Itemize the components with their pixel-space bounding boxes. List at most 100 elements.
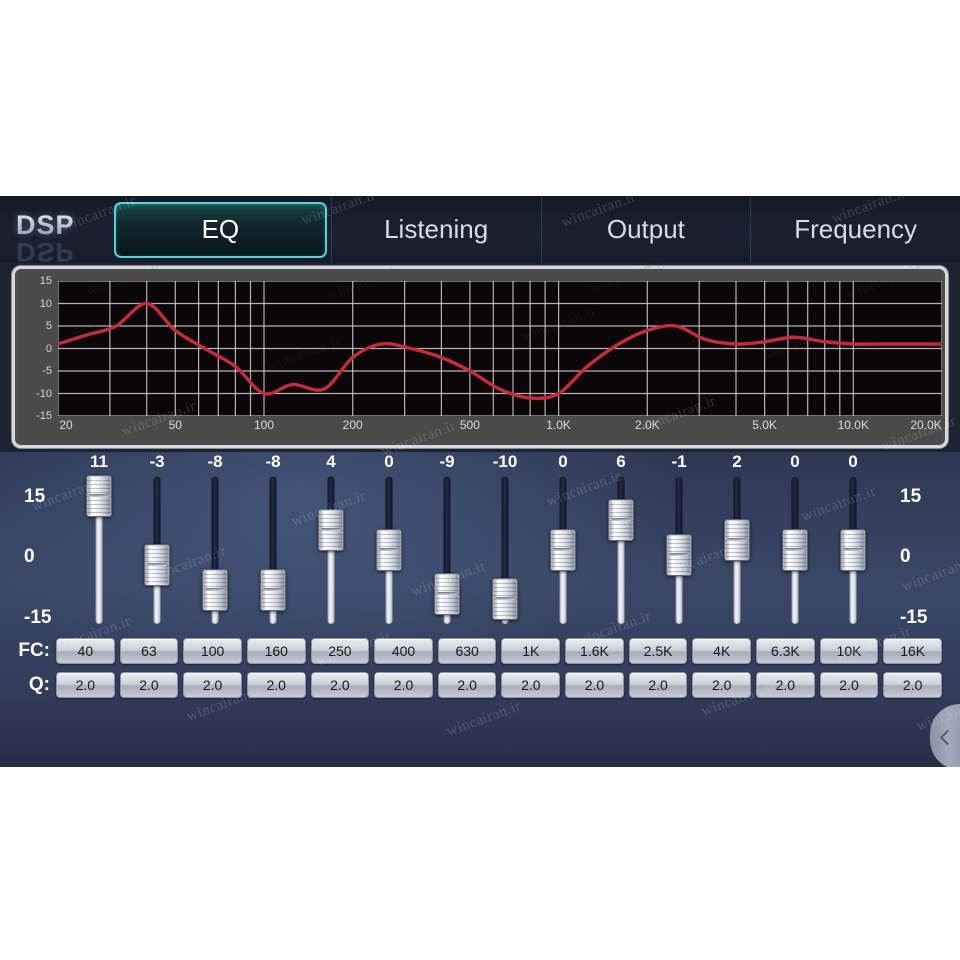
- graph-x-tick: 1.0K: [546, 418, 571, 432]
- band-slider[interactable]: -1: [650, 452, 708, 632]
- band-slider[interactable]: 0: [766, 452, 824, 632]
- band-gain-value: 0: [790, 452, 800, 471]
- band-slider-thumb[interactable]: [782, 529, 808, 571]
- band-slider[interactable]: 6: [592, 452, 650, 632]
- q-cell[interactable]: 2.0: [183, 672, 242, 698]
- band-slider-thumb[interactable]: [666, 533, 692, 576]
- collapse-panel-button[interactable]: [930, 704, 960, 767]
- fc-cell[interactable]: 160: [246, 638, 306, 664]
- band-gain-value: 11: [90, 452, 108, 471]
- q-cell[interactable]: 2.0: [819, 672, 879, 698]
- q-cell[interactable]: 2.0: [310, 672, 370, 698]
- q-cell[interactable]: 2.0: [565, 672, 624, 698]
- q-row: Q: 2.0 2.0 2.0 2.0 2.0 2.0 2.0 2.0 2.0 2.0 2.0 2.0 2…: [0, 670, 960, 700]
- band-slider[interactable]: -10: [476, 452, 534, 632]
- band-gain-value: -8: [265, 452, 281, 471]
- band-slider-thumb[interactable]: [492, 578, 518, 621]
- q-cell[interactable]: 2.0: [56, 672, 115, 698]
- q-cell[interactable]: 2.0: [119, 672, 179, 698]
- band-slider-thumb[interactable]: [144, 543, 170, 586]
- tab-frequency-label: Frequency: [794, 214, 918, 244]
- band-slider-group: 11 -3 -8 -8 4 0 -9 -10 0 6 -1 2 0 0: [70, 452, 882, 632]
- gain-scale-tick: 0: [24, 546, 35, 567]
- fc-cell[interactable]: 2.5K: [628, 638, 688, 664]
- q-cell[interactable]: 2.0: [374, 672, 433, 698]
- band-slider[interactable]: 4: [302, 452, 360, 632]
- band-slider[interactable]: 0: [360, 452, 418, 632]
- graph-x-tick: 2.0K: [634, 418, 660, 432]
- q-cell[interactable]: 2.0: [756, 672, 815, 698]
- band-slider[interactable]: -8: [186, 452, 244, 632]
- q-cell[interactable]: 2.0: [692, 672, 752, 698]
- gain-scale-tick: 0: [900, 546, 911, 567]
- fc-cell[interactable]: 10K: [819, 638, 879, 664]
- dsp-logo: DSP DSP: [0, 196, 110, 267]
- q-cell[interactable]: 2.0: [883, 672, 942, 698]
- band-slider-thumb[interactable]: [434, 573, 460, 616]
- band-gain-value: 6: [616, 452, 626, 471]
- tab-listening-label: Listening: [384, 214, 489, 244]
- graph-y-tick: -10: [36, 387, 52, 400]
- graph-x-tick: 50: [168, 418, 182, 432]
- fc-row-label: FC:: [18, 640, 50, 661]
- q-cell[interactable]: 2.0: [246, 672, 306, 698]
- band-slider-thumb[interactable]: [202, 568, 228, 611]
- band-slider[interactable]: 2: [708, 452, 766, 632]
- band-slider-thumb[interactable]: [840, 529, 866, 571]
- graph-y-tick: 15: [39, 275, 52, 287]
- band-gain-value: 4: [326, 452, 336, 471]
- q-cell[interactable]: 2.0: [437, 672, 497, 698]
- fc-cell[interactable]: 16K: [883, 638, 942, 664]
- dsp-logo-reflection: DSP: [16, 237, 75, 267]
- gain-scale-tick: -15: [24, 607, 52, 628]
- graph-y-tick: 10: [39, 297, 52, 310]
- graph-y-tick: 5: [45, 320, 52, 332]
- fc-row: FC: 40 63 100 160 250 400 630 1K 1.6K 2.5K 4K 6.3K 1…: [0, 636, 960, 666]
- fc-cell[interactable]: 4K: [692, 638, 752, 664]
- band-slider[interactable]: 11: [70, 452, 128, 632]
- screenshot-root: DSP DSP EQ Listening Output Frequency 15…: [0, 0, 960, 960]
- graph-x-tick: 200: [342, 418, 363, 432]
- graph-y-tick: 0: [45, 342, 52, 355]
- fc-cell[interactable]: 400: [374, 638, 433, 664]
- tab-output[interactable]: Output: [540, 196, 751, 263]
- tab-eq[interactable]: EQ: [114, 201, 327, 258]
- band-gain-value: -3: [149, 452, 165, 471]
- band-slider-thumb[interactable]: [318, 509, 344, 552]
- band-slider[interactable]: 0: [534, 452, 592, 632]
- fc-cell[interactable]: 250: [310, 638, 370, 664]
- graph-y-tick: -15: [36, 410, 52, 422]
- fc-cell[interactable]: 630: [437, 638, 497, 664]
- fc-cell[interactable]: 40: [56, 638, 115, 664]
- graph-y-tick: -5: [42, 365, 52, 377]
- q-row-label: Q:: [28, 674, 50, 695]
- band-slider-thumb[interactable]: [724, 519, 750, 562]
- band-slider[interactable]: -3: [128, 452, 186, 632]
- fc-cell[interactable]: 100: [183, 638, 242, 664]
- q-cell-list: 2.0 2.0 2.0 2.0 2.0 2.0 2.0 2.0 2.0 2.0 2.0 2.0 2.0 2…: [56, 672, 960, 698]
- fc-cell-list: 40 63 100 160 250 400 630 1K 1.6K 2.5K 4K 6.3K 10K 16…: [56, 638, 960, 664]
- q-cell[interactable]: 2.0: [501, 672, 561, 698]
- band-slider[interactable]: 0: [824, 452, 882, 632]
- band-slider-thumb[interactable]: [86, 474, 112, 517]
- fc-cell[interactable]: 6.3K: [756, 638, 815, 664]
- fc-cell[interactable]: 1K: [501, 638, 561, 664]
- band-slider[interactable]: -9: [418, 452, 476, 632]
- band-gain-value: -9: [439, 452, 455, 471]
- fc-cell[interactable]: 1.6K: [565, 638, 624, 664]
- eq-response-graph: 15 10 5 0 -5 -10 -15 20 50 100 200 500 1.0K 2.0K 5.0K…: [12, 266, 948, 448]
- tab-frequency[interactable]: Frequency: [750, 196, 960, 263]
- eq-curve-svg: [58, 281, 942, 416]
- band-slider-thumb[interactable]: [608, 499, 634, 542]
- band-slider-thumb[interactable]: [376, 529, 402, 571]
- band-slider-thumb[interactable]: [260, 568, 286, 611]
- tab-eq-label: EQ: [201, 214, 240, 244]
- q-cell[interactable]: 2.0: [628, 672, 688, 698]
- tab-listening[interactable]: Listening: [330, 196, 541, 263]
- band-slider[interactable]: -8: [244, 452, 302, 632]
- fc-cell[interactable]: 63: [119, 638, 179, 664]
- graph-x-tick: 20.0K: [910, 418, 942, 432]
- band-slider-track[interactable]: [617, 476, 625, 624]
- graph-inner: 15 10 5 0 -5 -10 -15 20 50 100 200 500 1.0K 2.0K 5.0K…: [18, 272, 942, 442]
- band-slider-thumb[interactable]: [550, 529, 576, 571]
